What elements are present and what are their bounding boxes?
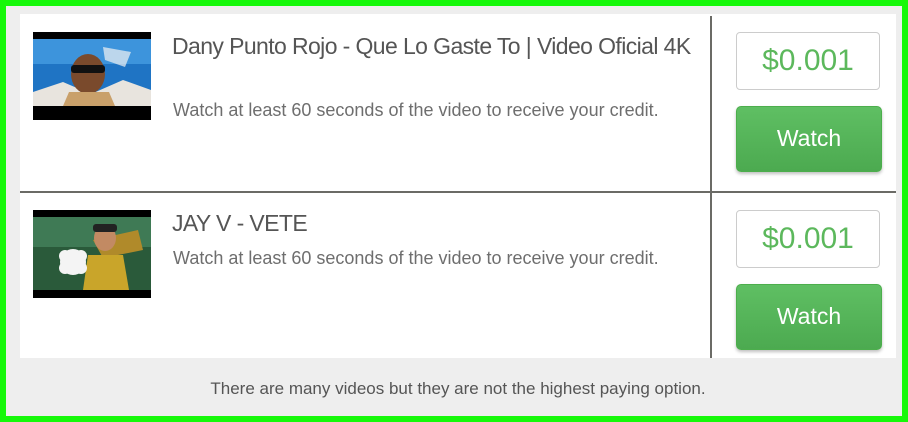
video-thumbnail[interactable] xyxy=(33,32,151,120)
reward-amount: $0.001 xyxy=(736,32,880,90)
video-description: Watch at least 60 seconds of the video t… xyxy=(173,248,659,268)
video-list: Dany Punto Rojo - Que Lo Gaste To | Vide… xyxy=(20,14,896,358)
highlight-frame: Dany Punto Rojo - Que Lo Gaste To | Vide… xyxy=(0,0,908,422)
video-row: Dany Punto Rojo - Que Lo Gaste To | Vide… xyxy=(20,14,896,184)
reward-amount: $0.001 xyxy=(736,210,880,268)
watch-button[interactable]: Watch xyxy=(736,106,882,172)
watch-button[interactable]: Watch xyxy=(736,284,882,350)
footer-note: There are many videos but they are not t… xyxy=(210,379,706,398)
video-description: Watch at least 60 seconds of the video t… xyxy=(173,100,659,120)
video-row: JAY V - VETE Watch at least 60 seconds o… xyxy=(20,191,896,358)
column-divider xyxy=(710,16,712,358)
video-title: Dany Punto Rojo - Que Lo Gaste To | Vide… xyxy=(172,33,691,59)
video-title: JAY V - VETE xyxy=(172,210,308,236)
video-thumbnail[interactable] xyxy=(33,210,151,298)
